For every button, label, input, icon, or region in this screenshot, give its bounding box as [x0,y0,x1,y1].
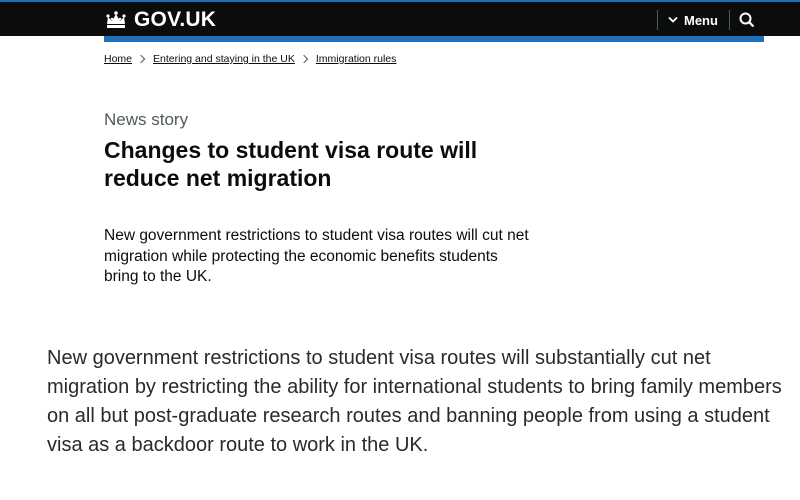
breadcrumb-immigration-rules[interactable]: Immigration rules [316,53,397,65]
chevron-down-icon [668,16,678,23]
menu-button[interactable]: Menu [668,10,718,30]
menu-label: Menu [684,12,718,28]
header-blue-bar [104,36,764,42]
search-button[interactable] [738,11,756,29]
breadcrumb-home[interactable]: Home [104,53,132,65]
crown-icon [106,11,126,28]
page-title: Changes to student visa route will reduc… [104,137,478,191]
content-type-caption: News story [104,110,189,129]
site-header: GOV.UK Menu [0,0,800,36]
search-divider [729,10,730,30]
govuk-logo-link[interactable]: GOV.UK [104,7,216,33]
logo-text: GOV.UK [134,8,217,31]
menu-divider [657,10,658,30]
body-paragraph: New government restrictions to student v… [47,347,782,456]
breadcrumb: Home Entering and staying in the UK Immi… [104,53,396,65]
breadcrumb-entering-staying-uk[interactable]: Entering and staying in the UK [153,53,295,65]
breadcrumb-separator-icon [299,54,309,64]
breadcrumb-separator-icon [136,54,146,64]
lead-paragraph: New government restrictions to student v… [104,227,529,285]
search-icon [739,12,755,28]
